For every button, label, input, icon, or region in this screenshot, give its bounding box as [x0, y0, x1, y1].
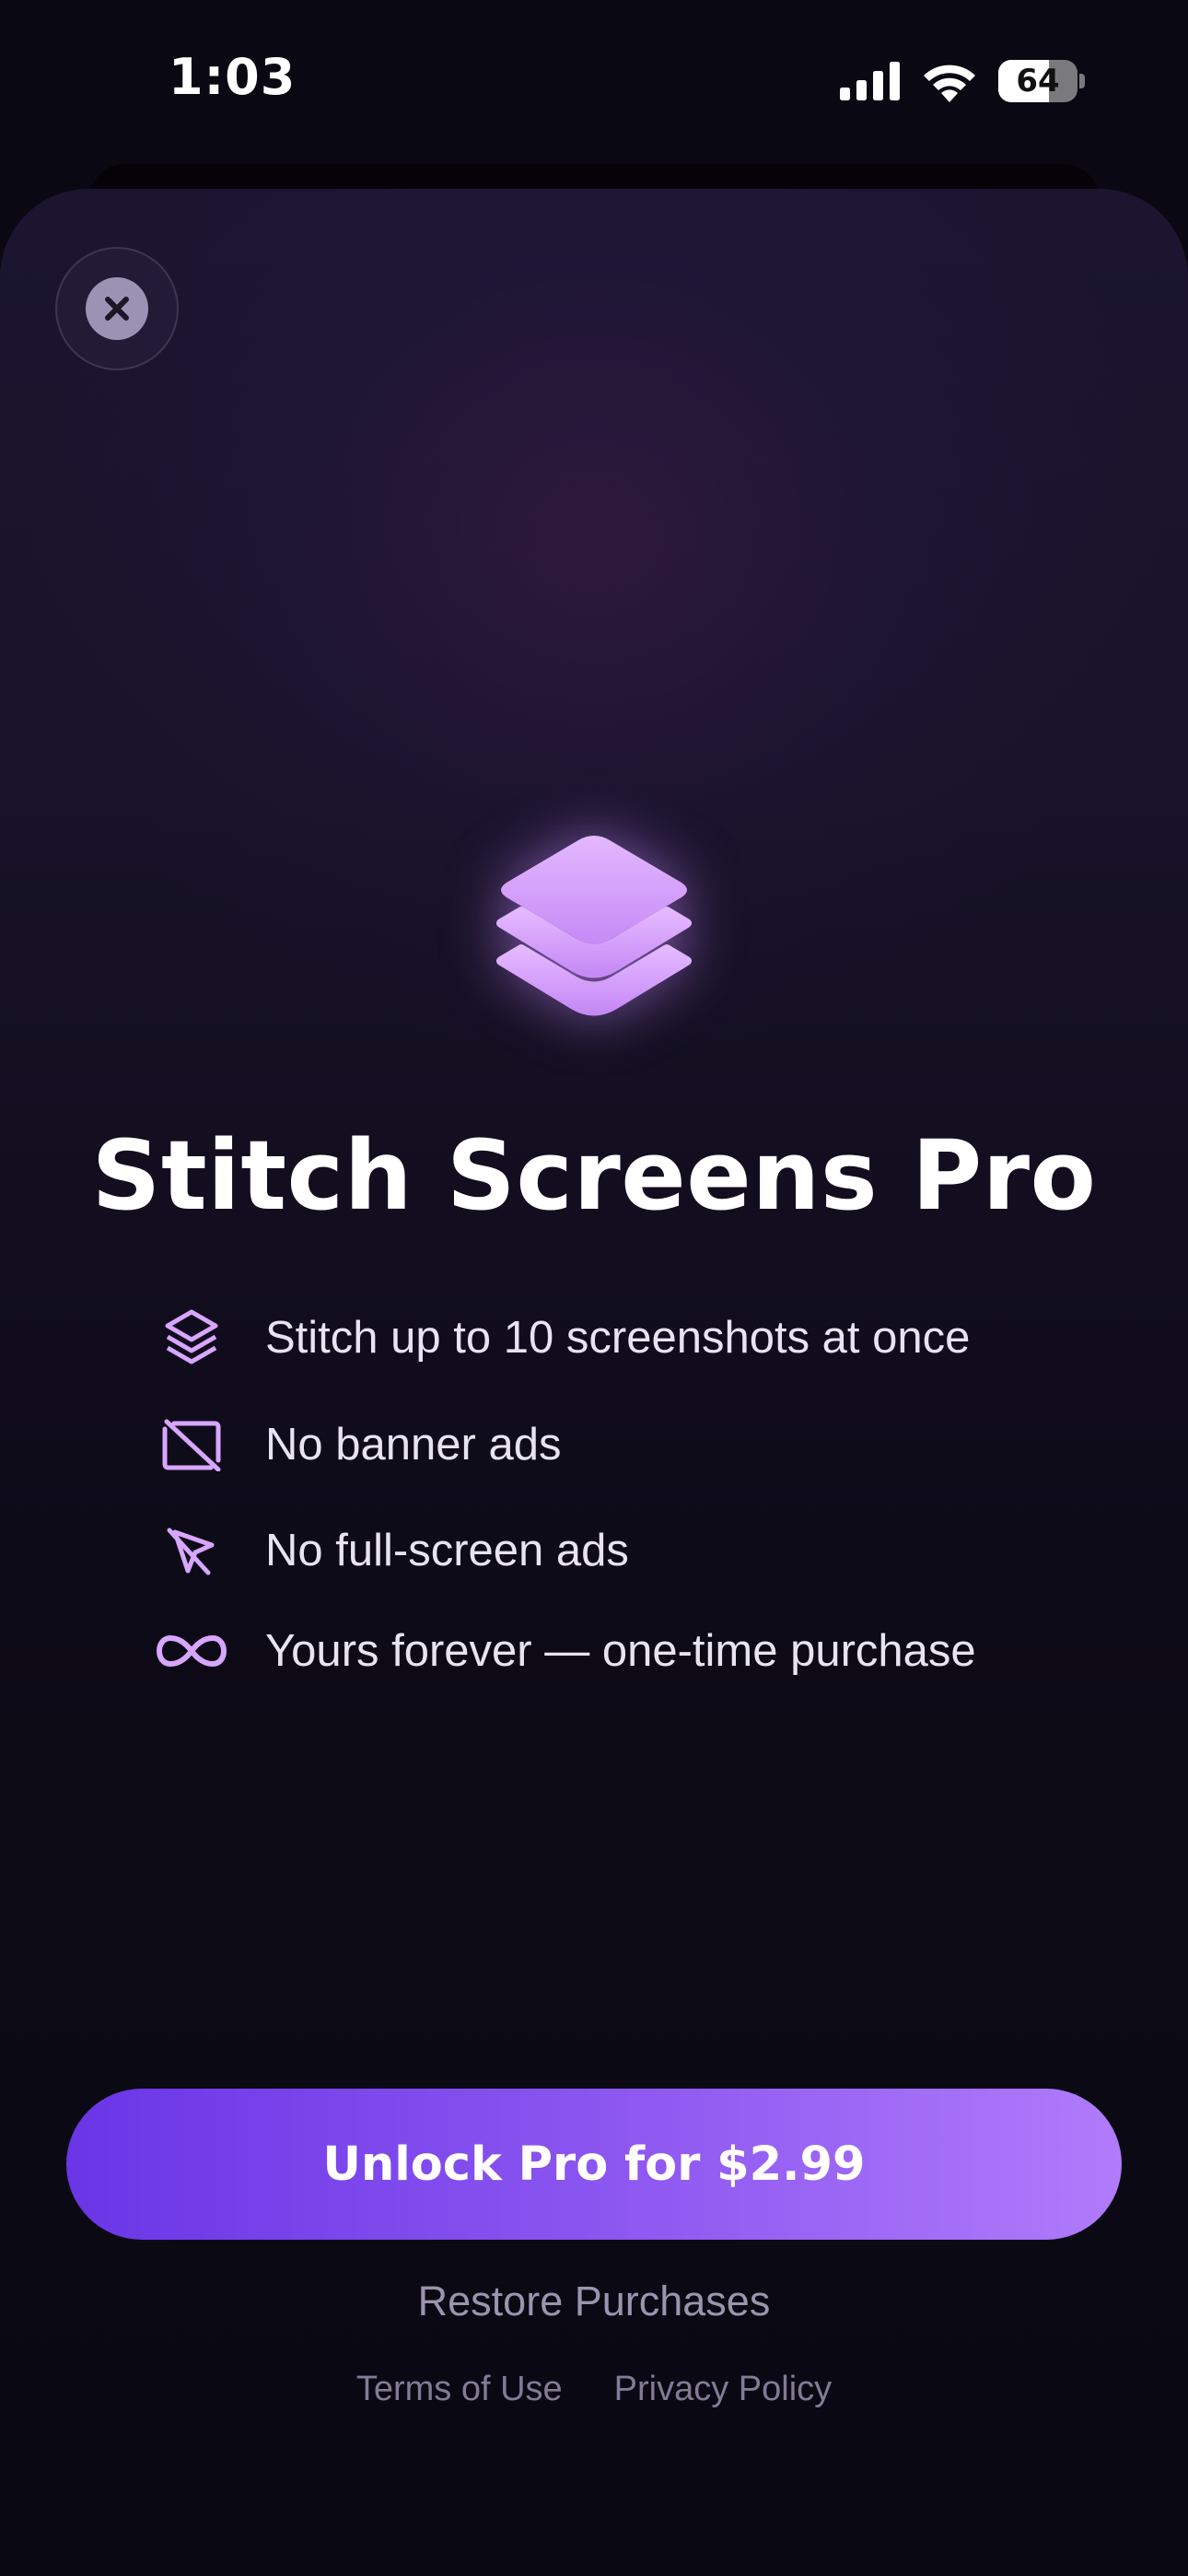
- infinity-icon: [156, 1634, 227, 1668]
- feature-label: Stitch up to 10 screenshots at once: [265, 1313, 971, 1363]
- battery-icon: 64: [998, 60, 1077, 102]
- wifi-icon: [924, 64, 975, 102]
- restore-purchases-link[interactable]: Restore Purchases: [0, 2277, 1188, 2325]
- terms-of-use-link[interactable]: Terms of Use: [356, 2370, 563, 2409]
- status-time: 1:03: [169, 48, 297, 106]
- battery-percentage: 64: [1016, 63, 1060, 100]
- unlock-pro-button[interactable]: Unlock Pro for $2.99: [66, 2089, 1122, 2240]
- feature-item: No full-screen ads: [155, 1514, 629, 1587]
- close-icon-circle: [86, 277, 148, 340]
- status-icons: 64: [840, 57, 1085, 105]
- battery-nub: [1079, 74, 1085, 88]
- no-banner-ads-icon: [162, 1419, 221, 1471]
- cellular-signal-icon: [840, 62, 900, 100]
- close-icon: [105, 297, 129, 321]
- status-bar: 1:03 64: [0, 0, 1188, 175]
- feature-item: No banner ads: [155, 1408, 561, 1481]
- feature-label: Yours forever — one-time purchase: [265, 1626, 976, 1676]
- legal-links: Terms of Use Privacy Policy: [0, 2370, 1188, 2409]
- no-fullscreen-ads-icon: [167, 1528, 215, 1575]
- close-button[interactable]: [55, 247, 179, 370]
- stack-logo-icon: [496, 836, 692, 1016]
- feature-label: No full-screen ads: [265, 1526, 629, 1575]
- feature-item: Stitch up to 10 screenshots at once: [155, 1301, 970, 1375]
- paywall-title: Stitch Screens Pro: [91, 1119, 1097, 1232]
- feature-label: No banner ads: [265, 1420, 562, 1469]
- feature-item: Yours forever — one-time purchase: [155, 1614, 976, 1688]
- privacy-policy-link[interactable]: Privacy Policy: [614, 2370, 833, 2409]
- stack-icon: [165, 1309, 218, 1364]
